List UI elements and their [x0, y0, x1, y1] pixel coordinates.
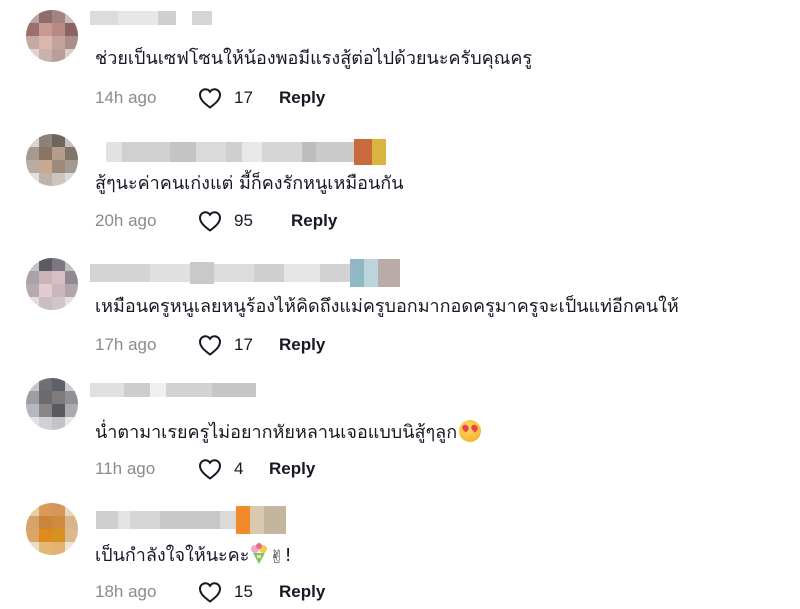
username-blurred[interactable] [96, 505, 286, 535]
heart-outline-icon [198, 459, 222, 480]
like-button[interactable]: 15 [198, 581, 279, 603]
comment-time: 20h ago [95, 211, 157, 230]
avatar[interactable] [26, 258, 78, 310]
heart-outline-icon [198, 335, 222, 356]
avatar[interactable] [26, 503, 78, 555]
comment-text: เป็นกำลังใจให้นะคะ ✌! [95, 543, 292, 570]
bouquet-icon [249, 543, 269, 565]
reply-button[interactable]: Reply [279, 88, 325, 108]
heart-outline-icon [198, 582, 222, 603]
comment-text: เหมือนครูหนูเลยหนูร้องไห้คิดถึงแม่ครูบอก… [95, 296, 679, 317]
username-blurred[interactable] [90, 258, 400, 288]
comment-text: สู้ๆนะค่าคนเก่งแต่ มี้ก็คงรักหนูเหมือนกั… [95, 173, 404, 194]
like-count: 95 [234, 211, 253, 230]
comment-time: 11h ago [95, 459, 156, 478]
comment-time: 18h ago [95, 582, 157, 601]
like-count: 17 [234, 88, 253, 107]
reply-button[interactable]: Reply [269, 459, 315, 479]
like-count: 15 [234, 582, 253, 601]
like-button[interactable]: 17 [198, 334, 279, 356]
comment-text: น่ำตามาเรยครูไม่อยากหัยหลานเจอแบบนิสู้ๆล… [95, 420, 482, 445]
comment-text-body: น่ำตามาเรยครูไม่อยากหัยหลานเจอแบบนิสู้ๆล… [95, 422, 458, 443]
reply-button[interactable]: Reply [291, 211, 337, 231]
username-blurred[interactable] [90, 381, 256, 399]
reply-button[interactable]: Reply [279, 582, 325, 602]
comment-time: 14h ago [95, 88, 157, 107]
avatar[interactable] [26, 378, 78, 430]
comment-meta: 11h ago 4 Reply [95, 457, 315, 481]
username-blurred[interactable] [90, 9, 212, 27]
comment-meta: 20h ago 95 Reply [95, 209, 337, 233]
comment-meta: 18h ago 15 Reply [95, 580, 325, 604]
like-count: 17 [234, 335, 253, 354]
heart-outline-icon [198, 211, 222, 232]
comment-meta: 17h ago 17 Reply [95, 333, 325, 357]
comment-meta: 14h ago 17 Reply [95, 86, 325, 110]
smiling-face-with-hearts-icon [459, 420, 482, 442]
heart-outline-icon [198, 88, 222, 109]
like-button[interactable]: 4 [198, 458, 269, 480]
victory-hand-icon: ✌ [269, 547, 285, 568]
reply-button[interactable]: Reply [279, 335, 325, 355]
like-button[interactable]: 95 [198, 210, 291, 232]
comment-time: 17h ago [95, 335, 157, 354]
comment-text-body: เป็นกำลังใจให้นะคะ [95, 545, 250, 566]
avatar[interactable] [26, 10, 78, 62]
comment-text: ช่วยเป็นเซฟโซนให้น้องพอมีแรงสู้ต่อไปด้วย… [95, 48, 533, 69]
avatar[interactable] [26, 134, 78, 186]
comment-text-suffix: ! [284, 545, 292, 566]
like-button[interactable]: 17 [198, 87, 279, 109]
username-blurred[interactable] [106, 138, 386, 166]
like-count: 4 [234, 459, 244, 478]
